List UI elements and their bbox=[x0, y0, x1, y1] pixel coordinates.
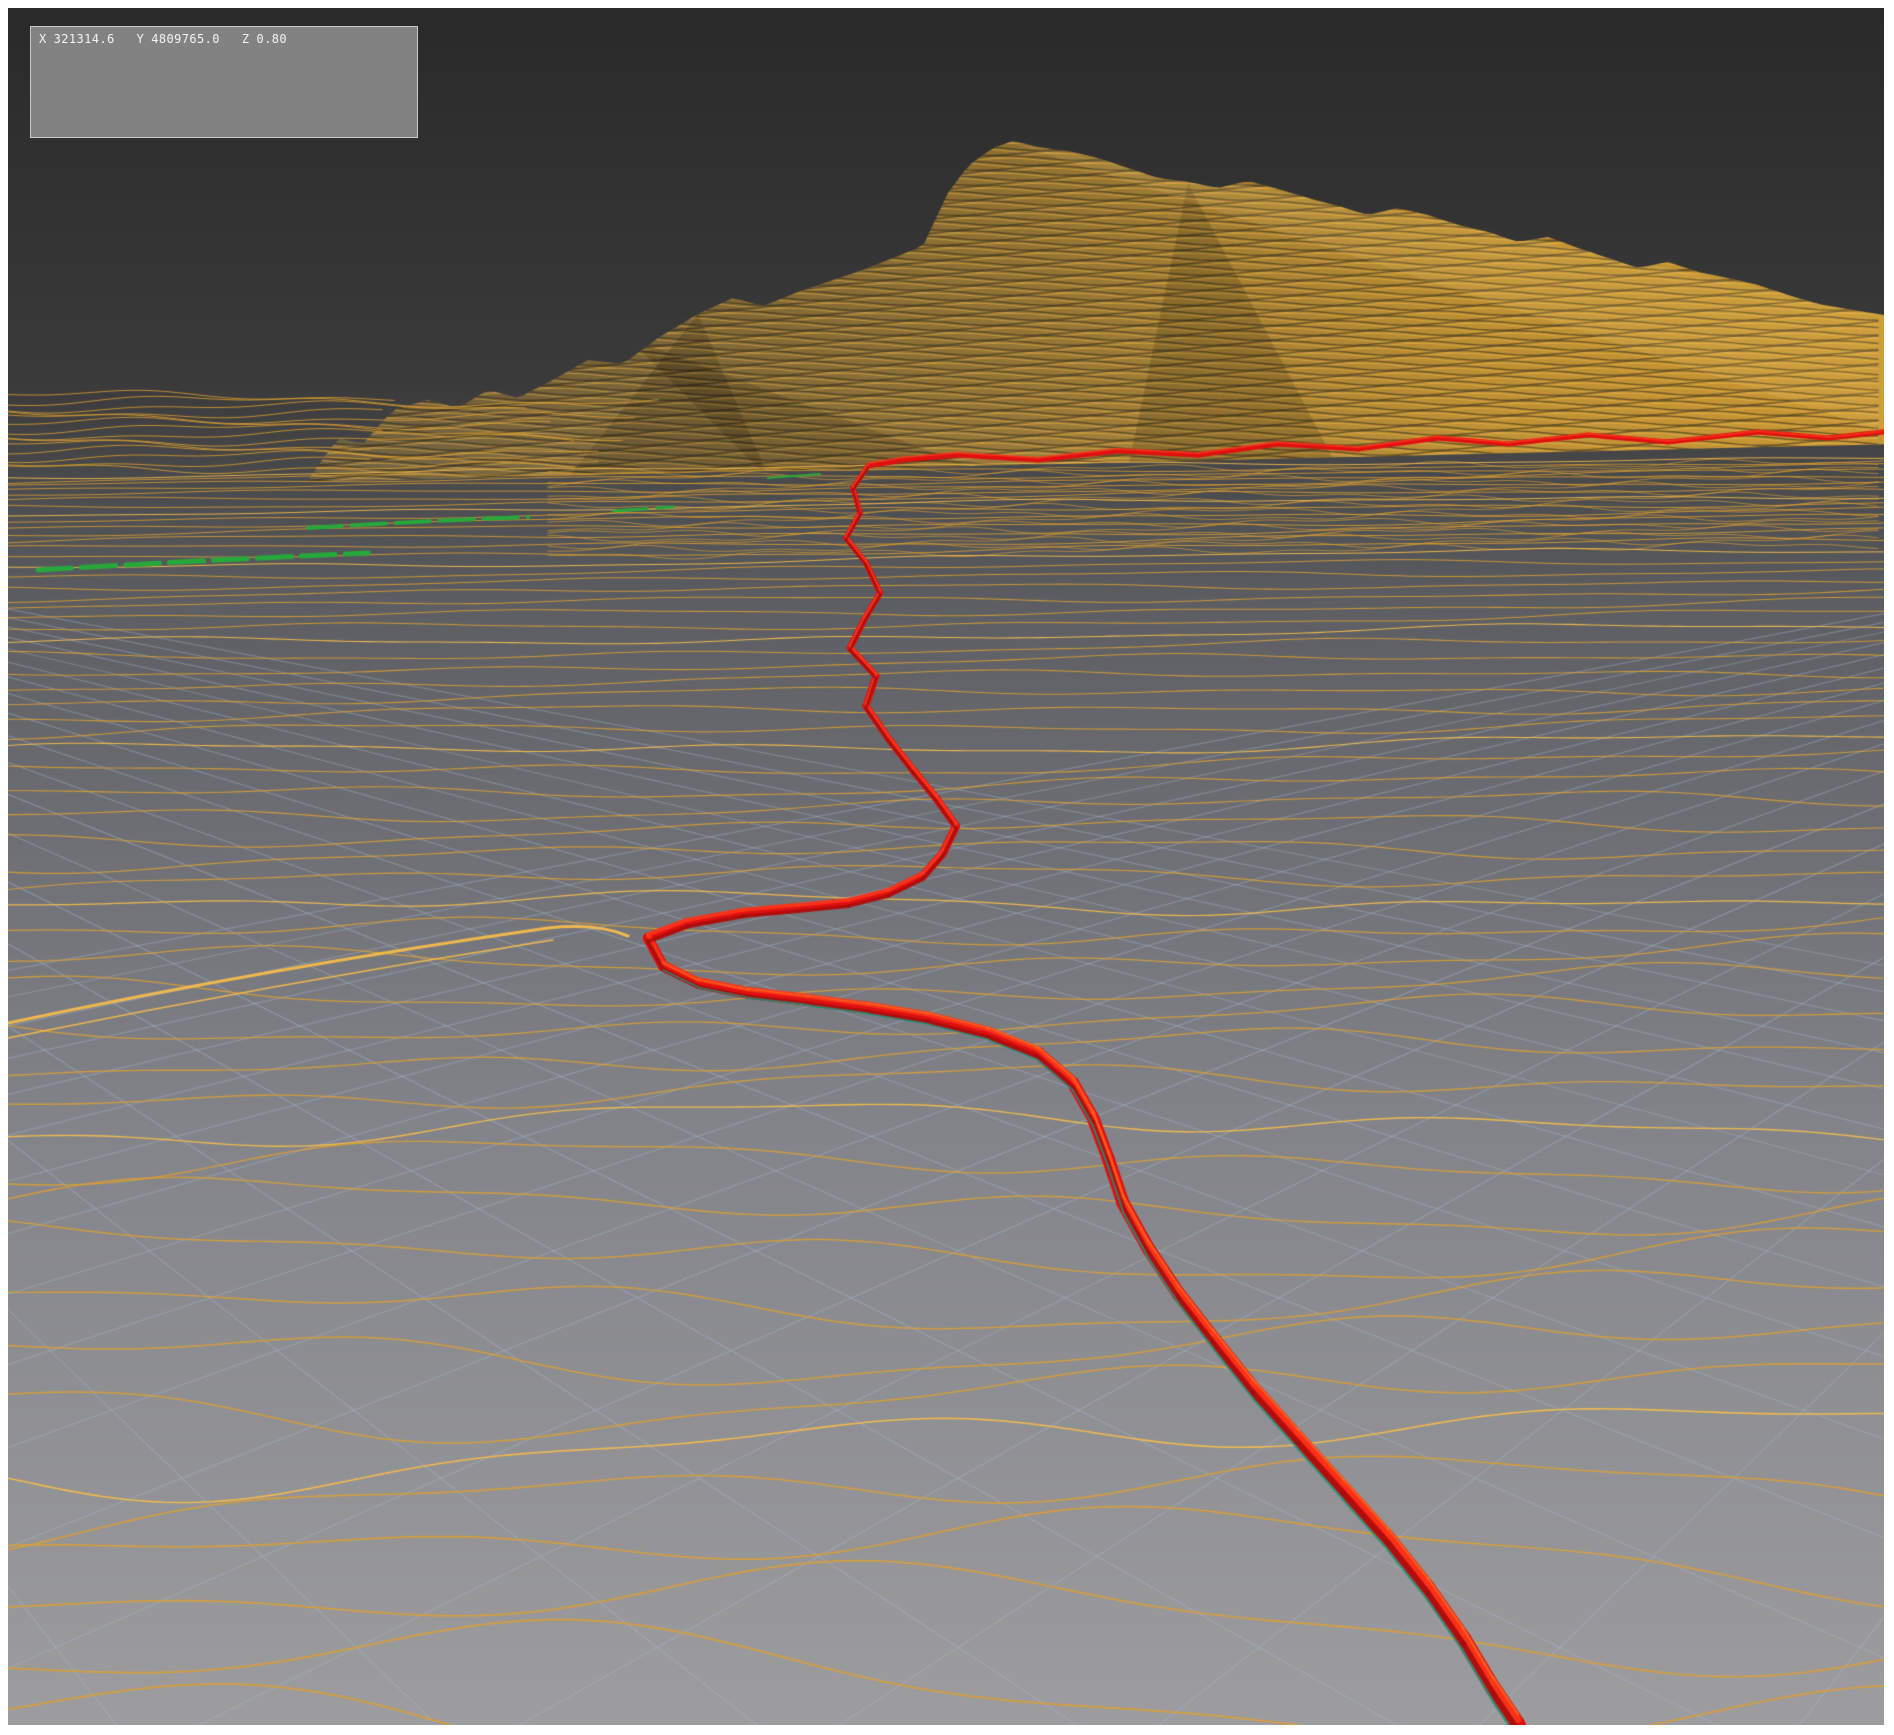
coordinate-x: X 321314.6 bbox=[39, 32, 115, 46]
coordinate-x-value: 321314.6 bbox=[54, 32, 115, 46]
coordinate-readout-panel: X 321314.6 Y 4809765.0 Z 0.80 bbox=[30, 26, 418, 138]
coordinate-z: Z 0.80 bbox=[242, 32, 287, 46]
coordinate-y: Y 4809765.0 bbox=[137, 32, 220, 46]
coordinate-y-label: Y bbox=[137, 32, 145, 46]
terrain-viewport-canvas[interactable] bbox=[8, 8, 1884, 1725]
coordinate-y-value: 4809765.0 bbox=[151, 32, 220, 46]
coordinate-z-value: 0.80 bbox=[257, 32, 288, 46]
coordinate-x-label: X bbox=[39, 32, 47, 46]
coordinate-z-label: Z bbox=[242, 32, 250, 46]
terrain-viewport[interactable]: X 321314.6 Y 4809765.0 Z 0.80 bbox=[8, 8, 1884, 1725]
